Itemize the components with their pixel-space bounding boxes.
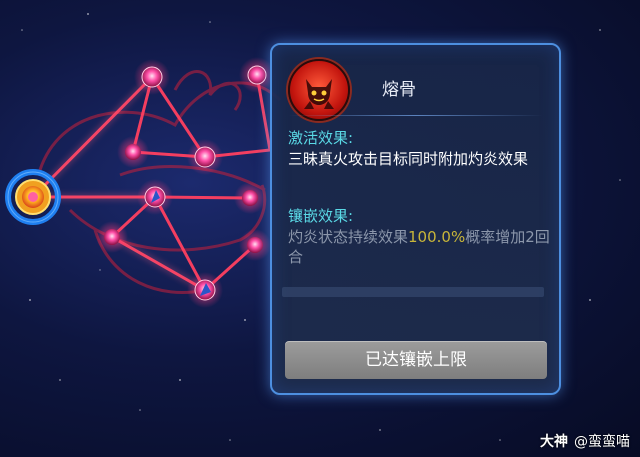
- star-node[interactable]: [96, 221, 128, 253]
- inlay-effect-title: 镶嵌效果:: [288, 207, 354, 225]
- inlay-effect-text-start: 灼炎状态持续效果: [288, 228, 409, 246]
- fire-demon-icon: [288, 59, 350, 121]
- star-node[interactable]: [239, 229, 271, 261]
- tooltip-scrollbar[interactable]: [282, 287, 544, 297]
- star-node[interactable]: [187, 272, 223, 308]
- inlay-effect-text: 灼炎状态持续效果100.0%概率增加2回合: [288, 227, 554, 267]
- star-node[interactable]: [134, 59, 170, 95]
- divider: [288, 115, 543, 116]
- star-node[interactable]: [137, 179, 173, 215]
- activate-effect-title: 激活效果:: [288, 129, 354, 147]
- star-node[interactable]: [187, 139, 223, 175]
- skill-name: 熔骨: [382, 80, 416, 100]
- brand-logo: 大神: [540, 434, 568, 450]
- watermark-handle: @蛮蛮喵: [574, 434, 630, 450]
- selected-star-node[interactable]: [5, 169, 61, 225]
- inlay-effect-percent: 100.0%: [408, 228, 466, 246]
- star-node[interactable]: [117, 136, 149, 168]
- inlay-max-button[interactable]: 已达镶嵌上限: [285, 341, 547, 379]
- star-node[interactable]: [234, 182, 266, 214]
- activate-effect-text: 三昧真火攻击目标同时附加灼炎效果: [288, 150, 529, 168]
- gem-tooltip-panel: 熔骨 激活效果: 三昧真火攻击目标同时附加灼炎效果 镶嵌效果: 灼炎状态持续效果…: [270, 43, 561, 395]
- watermark: 大神 @蛮蛮喵: [540, 431, 630, 451]
